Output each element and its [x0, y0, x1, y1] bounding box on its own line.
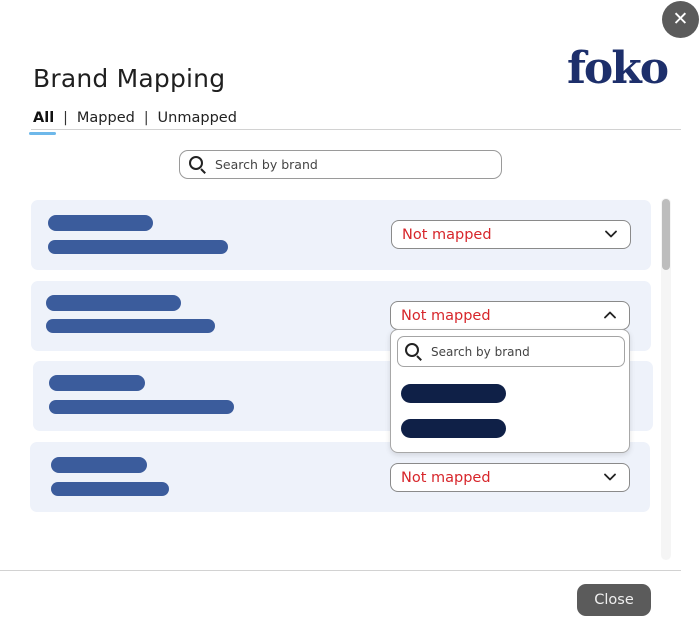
dropdown-search-box[interactable]	[397, 336, 625, 367]
search-icon	[405, 343, 422, 361]
brand-detail-placeholder	[48, 240, 228, 254]
close-dialog-button[interactable]: ✕	[662, 1, 699, 38]
tab-separator: |	[63, 110, 68, 126]
brand-name-placeholder	[49, 375, 145, 391]
close-icon: ✕	[672, 8, 689, 30]
tab-separator: |	[143, 110, 149, 126]
dropdown-option[interactable]	[401, 384, 506, 403]
brand-detail-placeholder	[49, 400, 234, 414]
tab-unmapped[interactable]: Unmapped	[158, 110, 237, 126]
tab-all[interactable]: All	[28, 110, 57, 135]
footer-divider	[0, 570, 681, 571]
brand-detail-placeholder	[51, 482, 169, 496]
brand-name-placeholder	[46, 295, 181, 311]
dropdown-option[interactable]	[401, 419, 506, 438]
brand-logo: foko	[567, 43, 669, 94]
filter-tabs: All | Mapped | Unmapped	[28, 110, 237, 135]
header-divider	[31, 129, 681, 130]
dropdown-search-input[interactable]	[431, 344, 621, 359]
brand-name-placeholder	[48, 215, 153, 231]
mapping-select[interactable]: Not mapped	[390, 301, 630, 330]
page-title: Brand Mapping	[33, 64, 226, 93]
mapping-dropdown-menu	[390, 329, 630, 453]
close-button[interactable]: Close	[577, 584, 651, 616]
list-scrollbar-thumb[interactable]	[662, 199, 670, 270]
mapping-select[interactable]: Not mapped	[390, 463, 630, 492]
mapping-status: Not mapped	[401, 307, 491, 324]
brand-detail-placeholder	[46, 319, 215, 333]
chevron-down-icon	[605, 230, 617, 238]
search-box[interactable]	[179, 150, 502, 179]
brand-name-placeholder	[51, 457, 147, 473]
mapping-select[interactable]: Not mapped	[391, 220, 631, 249]
search-icon	[189, 156, 206, 174]
search-input[interactable]	[215, 157, 485, 172]
brand-row: Not mapped	[31, 200, 651, 270]
mapping-status: Not mapped	[402, 226, 492, 243]
tab-mapped[interactable]: Mapped	[77, 110, 135, 126]
chevron-up-icon	[604, 311, 616, 319]
mapping-status: Not mapped	[401, 469, 491, 486]
chevron-down-icon	[604, 473, 616, 481]
